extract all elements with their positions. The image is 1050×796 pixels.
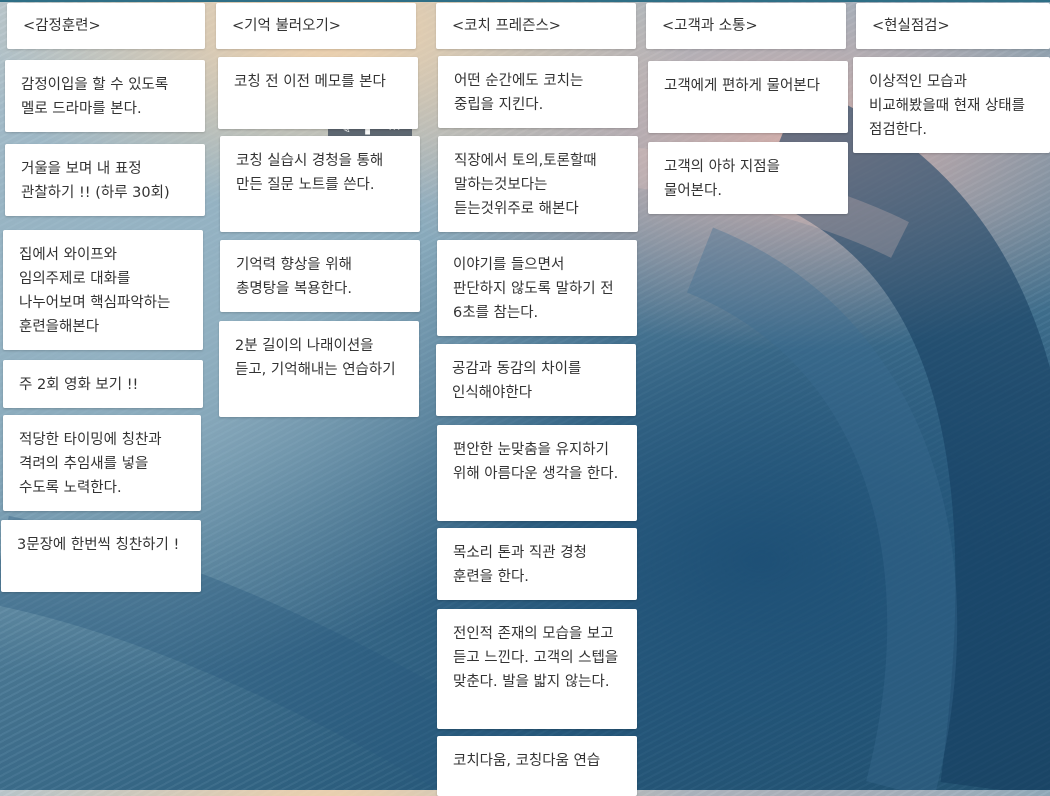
card[interactable]: 직장에서 토의,토론할때 말하는것보다는 듣는것위주로 해본다 xyxy=(438,136,638,232)
card-text: 3문장에 한번씩 칭찬하기 ! xyxy=(17,537,180,553)
card-text: 코칭 실습시 경청을 통해 만든 질문 노트를 쓴다. xyxy=(236,153,384,193)
card[interactable]: 코칭 전 이전 메모를 본다 xyxy=(218,57,418,129)
card[interactable]: 고객에게 편하게 물어본다 xyxy=(648,61,848,133)
card[interactable]: 목소리 톤과 직관 경청 훈련을 한다. xyxy=(437,528,637,600)
card[interactable]: 코치다움, 코칭다움 연습 xyxy=(437,736,637,796)
card-text: 2분 길이의 나래이션을 듣고, 기억해내는 연습하기 xyxy=(235,338,396,378)
card[interactable]: 3문장에 한번씩 칭찬하기 ! xyxy=(1,520,201,592)
card[interactable]: 편안한 눈맞춤을 유지하기 위해 아름다운 생각을 한다. xyxy=(437,425,637,521)
card-text: 편안한 눈맞춤을 유지하기 위해 아름다운 생각을 한다. xyxy=(453,442,619,482)
card-text: 거울을 보며 내 표정 관찰하기 !! (하루 30회) xyxy=(21,161,170,201)
card-text: 코치다움, 코칭다움 연습 xyxy=(453,753,601,769)
board-top-border xyxy=(0,0,1050,2)
column-title: <감정훈련> xyxy=(23,18,101,34)
card-text: 이야기를 들으면서 판단하지 않도록 말하기 전 6초를 참는다. xyxy=(453,257,614,321)
card[interactable]: 집에서 와이프와 임의주제로 대화를 나누어보며 핵심파악하는 훈련을해본다 xyxy=(3,230,203,350)
card[interactable]: 전인적 존재의 모습을 보고 듣고 느낀다. 고객의 스텝을 맞춘다. 발을 밟… xyxy=(437,609,637,729)
card[interactable]: 이상적인 모습과 비교해봤을때 현재 상태를 점검한다. xyxy=(853,57,1050,153)
card[interactable]: 적당한 타이밍에 칭찬과 격려의 추임새를 넣을 수도록 노력한다. xyxy=(3,415,201,511)
card-text: 이상적인 모습과 비교해봤을때 현재 상태를 점검한다. xyxy=(869,74,1025,138)
column-title: <고객과 소통> xyxy=(662,18,758,34)
card-text: 코칭 전 이전 메모를 본다 xyxy=(234,74,386,90)
card[interactable]: 공감과 동감의 차이를 인식해야한다 xyxy=(436,344,636,416)
column-header-emotion-training[interactable]: <감정훈련> xyxy=(7,3,205,49)
column-title: <코치 프레즌스> xyxy=(452,18,561,34)
card-text: 고객에게 편하게 물어본다 xyxy=(664,78,820,94)
card-text: 어떤 순간에도 코치는 중립을 지킨다. xyxy=(454,73,584,113)
card-text: 적당한 타이밍에 칭찬과 격려의 추임새를 넣을 수도록 노력한다. xyxy=(19,432,162,496)
card-text: 목소리 톤과 직관 경청 훈련을 한다. xyxy=(453,545,587,585)
card[interactable]: 기억력 향상을 위해 총명탕을 복용한다. xyxy=(220,240,420,312)
card-text: 주 2회 영화 보기 !! xyxy=(19,377,139,393)
card-text: 기억력 향상을 위해 총명탕을 복용한다. xyxy=(236,257,352,297)
column-header-coach-presence[interactable]: <코치 프레즌스> xyxy=(436,3,636,49)
card-text: 직장에서 토의,토론할때 말하는것보다는 듣는것위주로 해본다 xyxy=(454,153,597,217)
column-title: <현실점검> xyxy=(872,18,950,34)
column-header-customer-communication[interactable]: <고객과 소통> xyxy=(646,3,846,49)
card[interactable]: 감정이입을 할 수 있도록 멜로 드라마를 본다. xyxy=(5,60,205,132)
card-text: 고객의 아하 지점을 물어본다. xyxy=(664,159,780,199)
card-text: 전인적 존재의 모습을 보고 듣고 느낀다. 고객의 스텝을 맞춘다. 발을 밟… xyxy=(453,626,619,690)
card[interactable]: 이야기를 들으면서 판단하지 않도록 말하기 전 6초를 참는다. xyxy=(437,240,637,336)
card-text: 집에서 와이프와 임의주제로 대화를 나누어보며 핵심파악하는 훈련을해본다 xyxy=(19,247,171,335)
card-text: 공감과 동감의 차이를 인식해야한다 xyxy=(452,361,582,401)
column-title: <기억 불러오기> xyxy=(232,18,341,34)
card[interactable]: 고객의 아하 지점을 물어본다. xyxy=(648,142,848,214)
card[interactable]: 어떤 순간에도 코치는 중립을 지킨다. xyxy=(438,56,638,128)
column-header-memory-recall[interactable]: <기억 불러오기> xyxy=(216,3,416,49)
card[interactable]: 주 2회 영화 보기 !! xyxy=(3,360,203,408)
card[interactable]: 거울을 보며 내 표정 관찰하기 !! (하루 30회) xyxy=(5,144,205,216)
column-header-reality-check[interactable]: <현실점검> xyxy=(856,3,1050,49)
card[interactable]: 2분 길이의 나래이션을 듣고, 기억해내는 연습하기 xyxy=(219,321,419,417)
card-text: 감정이입을 할 수 있도록 멜로 드라마를 본다. xyxy=(21,77,169,117)
card[interactable]: 코칭 실습시 경청을 통해 만든 질문 노트를 쓴다. xyxy=(220,136,420,232)
